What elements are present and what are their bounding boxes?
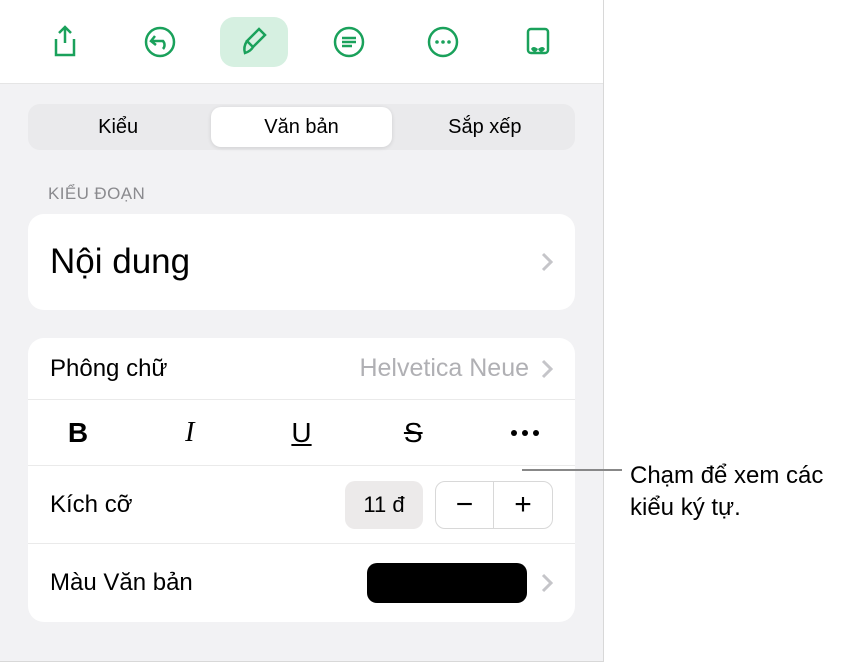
italic-button[interactable]: I (162, 411, 218, 455)
bold-button[interactable]: B (50, 411, 106, 455)
callout-line (522, 469, 622, 471)
size-stepper: − + (435, 481, 553, 529)
callout-text: Chạm để xem các kiểu ký tự. (630, 460, 830, 525)
tab-arrange[interactable]: Sắp xếp (395, 104, 575, 150)
size-row: Kích cỡ 11 đ − + (28, 466, 575, 544)
text-format-card: Phông chữ Helvetica Neue B I U S Kích cỡ… (28, 338, 575, 622)
more-button[interactable] (409, 17, 477, 67)
content-area: KIỂU ĐOẠN Nội dung Phông chữ Helvetica N… (0, 150, 603, 661)
text-color-swatch[interactable] (367, 563, 527, 603)
tab-text[interactable]: Văn bản (211, 107, 391, 147)
font-row[interactable]: Phông chữ Helvetica Neue (28, 338, 575, 400)
size-label: Kích cỡ (50, 491, 345, 519)
undo-button[interactable] (126, 17, 194, 67)
underline-button[interactable]: U (274, 411, 330, 455)
size-value[interactable]: 11 đ (345, 481, 423, 529)
font-value: Helvetica Neue (359, 354, 529, 383)
top-toolbar (0, 0, 603, 84)
paragraph-style-name: Nội dung (50, 242, 541, 282)
brush-icon (239, 25, 269, 59)
size-increase-button[interactable]: + (494, 482, 552, 528)
undo-icon (143, 25, 177, 59)
format-panel: Kiểu Văn bản Sắp xếp KIỂU ĐOẠN Nội dung … (0, 0, 604, 662)
more-circle-icon (426, 25, 460, 59)
chevron-right-icon (541, 252, 553, 272)
font-label: Phông chữ (50, 355, 359, 383)
comment-icon (332, 25, 366, 59)
format-tabs: Kiểu Văn bản Sắp xếp (28, 104, 575, 150)
text-color-row[interactable]: Màu Văn bản (28, 544, 575, 622)
more-text-options-button[interactable] (497, 411, 553, 455)
chevron-right-icon (541, 573, 553, 593)
strikethrough-button[interactable]: S (385, 411, 441, 455)
size-decrease-button[interactable]: − (436, 482, 494, 528)
text-color-label: Màu Văn bản (50, 569, 367, 597)
comment-button[interactable] (315, 17, 383, 67)
tab-style[interactable]: Kiểu (28, 104, 208, 150)
paragraph-style-card: Nội dung (28, 214, 575, 310)
read-icon (523, 25, 553, 59)
chevron-right-icon (541, 359, 553, 379)
paragraph-styles-label: KIỂU ĐOẠN (48, 184, 575, 204)
style-buttons-row: B I U S (28, 400, 575, 466)
format-brush-button[interactable] (220, 17, 288, 67)
ellipsis-icon (511, 430, 539, 436)
reading-mode-button[interactable] (504, 17, 572, 67)
paragraph-style-row[interactable]: Nội dung (28, 214, 575, 310)
share-button[interactable] (31, 17, 99, 67)
tabs-container: Kiểu Văn bản Sắp xếp (0, 84, 603, 150)
share-icon (50, 25, 80, 59)
